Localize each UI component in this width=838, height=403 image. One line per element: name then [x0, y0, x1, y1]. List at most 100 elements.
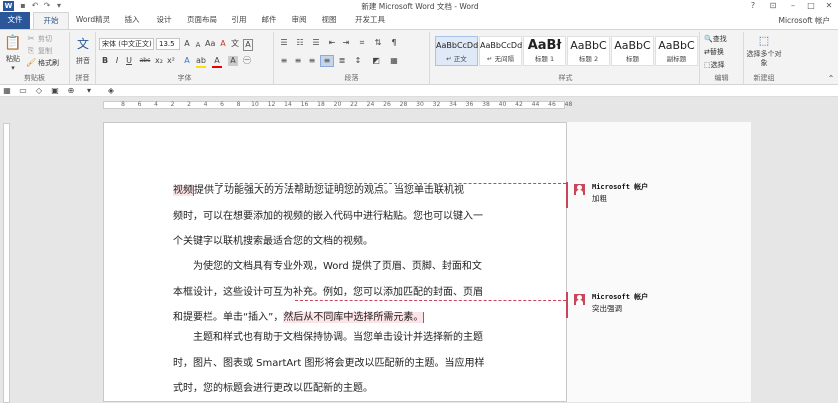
image-icon[interactable]: ▣ [50, 86, 60, 96]
style-normal[interactable]: AaBbCcDd ↵ 正文 [435, 36, 478, 66]
shrink-font-icon[interactable]: A [193, 40, 203, 50]
ruler-number: 4 [154, 101, 158, 108]
styles-group: AaBbCcDd ↵ 正文 AaBbCcDd ↵ 无间隔 AaBł 标题 1 AaBb… [432, 32, 700, 84]
font-color-icon[interactable]: A [212, 56, 222, 68]
superscript-icon[interactable]: x² [166, 56, 176, 66]
bold-icon[interactable]: B [100, 56, 110, 66]
shape-icon[interactable]: ◇ [34, 86, 44, 96]
increase-indent-icon[interactable]: ⇥ [340, 38, 352, 48]
ribbon-display-icon[interactable]: ⊡ [762, 0, 784, 12]
tab-developer[interactable]: 开发工具 [348, 12, 392, 29]
enclose-characters-icon[interactable]: ㊀ [242, 56, 252, 66]
tab-view[interactable]: 视图 [316, 12, 342, 29]
align-left-icon[interactable]: ≡ [278, 56, 290, 66]
paragraph-3[interactable]: 主题和样式也有助于文档保持协调。当您单击设计并选择新的主题 时，图片、图表或 S… [173, 325, 503, 402]
tab-insert[interactable]: 插入 [118, 12, 146, 29]
new-group-label: 新建组 [753, 74, 775, 82]
pinyin-icon[interactable]: 文 [73, 34, 93, 54]
sort-icon[interactable]: ⇅ [372, 38, 384, 48]
borders-icon[interactable]: ▦ [388, 56, 400, 66]
tab-references[interactable]: 引用 [226, 12, 252, 29]
distributed-icon[interactable]: ≣ [336, 56, 348, 66]
bullets-icon[interactable]: ☰ [278, 38, 290, 48]
grow-font-icon[interactable]: A [182, 39, 192, 49]
commented-text-1[interactable]: 视频 [173, 185, 194, 196]
cut-button[interactable]: 剪切 [38, 34, 52, 44]
chinese-layout-icon[interactable]: ⌗ [356, 38, 368, 48]
horizontal-ruler[interactable]: 8 6 4 2 2 4 6 8 10 12 14 16 18 20 22 24 26 28 30 32 34 36 38 40… [0, 97, 838, 113]
undo-icon[interactable]: ↶ [30, 1, 40, 11]
table-icon[interactable]: ▦ [2, 86, 12, 96]
save-icon[interactable]: ▪ [18, 1, 28, 11]
comment-1-text[interactable]: 加粗 [592, 193, 607, 204]
justify-icon[interactable]: ≡ [320, 55, 334, 67]
bookmark-icon[interactable]: ◈ [106, 86, 116, 96]
vertical-ruler[interactable] [0, 113, 12, 403]
link-icon[interactable]: ⊕ [66, 86, 76, 96]
character-border-icon[interactable]: A [243, 39, 253, 51]
character-shading-icon[interactable]: A [228, 56, 238, 66]
comment-1[interactable]: Microsoft 帐户 加粗 [566, 182, 751, 208]
tab-review[interactable]: 审阅 [286, 12, 312, 29]
decrease-indent-icon[interactable]: ⇤ [326, 38, 338, 48]
copy-icon[interactable]: ⎘ [26, 46, 36, 56]
numbering-icon[interactable]: ☷ [294, 38, 306, 48]
comment-2[interactable]: Microsoft 帐户 突出强调 [566, 292, 751, 318]
strikethrough-icon[interactable]: abc [138, 56, 152, 66]
cut-icon[interactable]: ✂ [26, 34, 36, 44]
redo-icon[interactable]: ↷ [42, 1, 52, 11]
multilevel-list-icon[interactable]: ☰ [310, 38, 322, 48]
close-button[interactable]: ✕ [818, 0, 838, 12]
account-name[interactable]: Microsoft 帐户 [778, 15, 830, 26]
tab-mailings[interactable]: 邮件 [256, 12, 282, 29]
phonetic-guide-icon[interactable]: 文 [230, 39, 240, 49]
quick-toolbar: ▦ ▭ ◇ ▣ ⊕ ▾ ◈ [0, 85, 838, 97]
tab-home[interactable]: 开始 [33, 12, 69, 29]
subscript-icon[interactable]: x₂ [154, 56, 164, 66]
style-heading-2-sample: AaBbC [570, 39, 607, 52]
style-heading-2[interactable]: AaBbC 标题 2 [567, 36, 610, 66]
commented-text-2[interactable]: 然后从不同库中选择所需元素。 [283, 312, 425, 324]
select-objects-icon[interactable]: ⬚ [756, 34, 772, 48]
paste-dropdown-icon[interactable]: ▾ [2, 63, 24, 73]
tab-design[interactable]: 设计 [150, 12, 178, 29]
align-right-icon[interactable]: ≡ [306, 56, 318, 66]
paragraph-1-line-1: 视频提供了功能强大的方法帮助您证明您的观点。当您单击联机视 [173, 178, 503, 204]
highlight-color-icon[interactable]: ab [196, 56, 206, 68]
paste-icon[interactable]: 📋 [4, 34, 22, 52]
underline-icon[interactable]: U [124, 56, 134, 66]
change-case-icon[interactable]: Aa [205, 39, 215, 49]
shading-icon[interactable]: ◩ [370, 56, 382, 66]
style-subtitle[interactable]: AaBbC 副标题 [655, 36, 698, 66]
style-heading-1[interactable]: AaBł 标题 1 [523, 36, 566, 66]
show-marks-icon[interactable]: ¶ [388, 38, 400, 48]
comment-2-text[interactable]: 突出强调 [592, 303, 622, 314]
tab-word-assistant[interactable]: Word精灵 [72, 12, 114, 29]
select-objects-button[interactable]: 选择多个对象 [744, 50, 784, 68]
replace-button[interactable]: ⇄替换 [704, 47, 724, 57]
clear-formatting-icon[interactable]: A [218, 39, 228, 49]
tab-page-layout[interactable]: 页面布局 [182, 12, 222, 29]
style-no-spacing[interactable]: AaBbCcDd ↵ 无间隔 [479, 36, 522, 66]
find-button[interactable]: 🔍查找 [704, 34, 727, 44]
help-icon[interactable]: ? [742, 0, 764, 12]
collapse-ribbon-icon[interactable]: ⌃ [826, 74, 836, 84]
font-size-select[interactable]: 13.5 [156, 38, 180, 50]
style-title[interactable]: AaBbC 标题 [611, 36, 654, 66]
line-spacing-icon[interactable]: ↕ [352, 56, 364, 66]
customize-qat-icon[interactable]: ▾ [54, 1, 64, 11]
text-effects-icon[interactable]: A [182, 56, 192, 66]
dropdown-icon[interactable]: ▾ [84, 86, 94, 96]
layout-icon[interactable]: ▭ [18, 86, 28, 96]
paragraph-2[interactable]: 为使您的文档具有专业外观，Word 提供了页眉、页脚、封面和文 本框设计，这些设… [173, 254, 503, 331]
format-painter-icon[interactable]: 🖌 [26, 58, 36, 68]
format-painter-button[interactable]: 格式刷 [38, 58, 59, 68]
tab-file[interactable]: 文件 [0, 12, 30, 29]
select-button[interactable]: ⬚选择 [704, 60, 725, 70]
pinyin-button[interactable]: 拼音 [71, 56, 95, 66]
align-center-icon[interactable]: ≡ [292, 56, 304, 66]
italic-icon[interactable]: I [112, 56, 122, 66]
paragraph-1[interactable]: 视频提供了功能强大的方法帮助您证明您的观点。当您单击联机视 频时，可以在想要添加… [173, 178, 503, 255]
font-family-select[interactable]: 宋体 (中文正文) [99, 38, 154, 50]
copy-button[interactable]: 复制 [38, 46, 52, 56]
